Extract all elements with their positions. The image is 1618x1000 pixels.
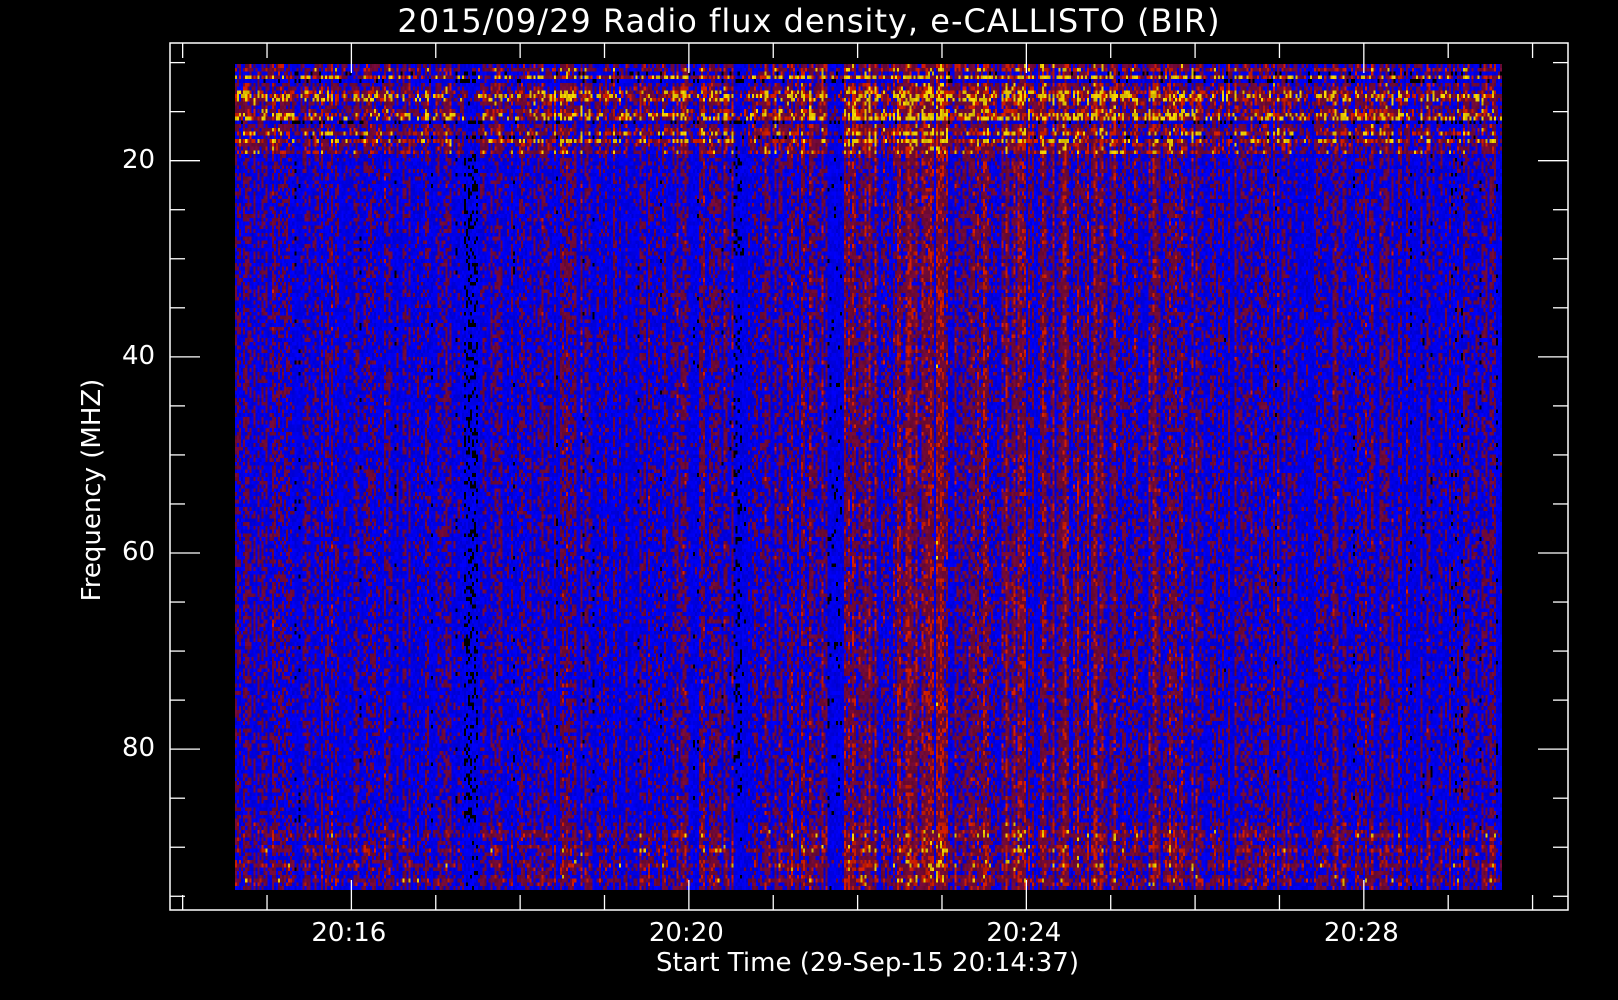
x-tick-label: 20:16 [311,918,387,948]
plot-axes [169,42,1569,911]
x-tick-label: 20:24 [986,918,1062,948]
x-axis-label: Start Time (29-Sep-15 20:14:37) [656,948,1079,978]
plot-frame [169,42,1569,911]
y-tick-label: 60 [122,537,156,567]
x-tick-label: 20:28 [1323,918,1399,948]
y-tick-label: 80 [122,733,156,764]
y-tick-label: 40 [122,340,156,371]
x-tick-label: 20:20 [648,918,724,948]
y-axis-label: Frequency (MHZ) [77,378,107,602]
y-tick-label: 20 [122,144,156,175]
